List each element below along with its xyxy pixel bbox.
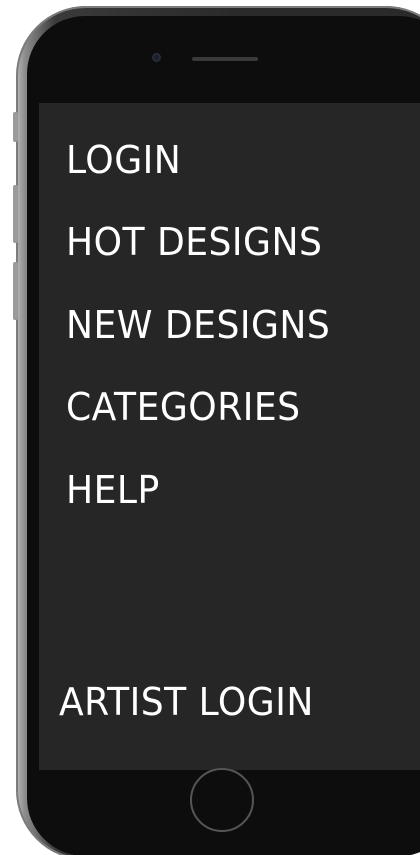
home-button[interactable] bbox=[190, 768, 254, 832]
menu-item-hot-designs[interactable]: HOT DESIGNS bbox=[66, 223, 322, 261]
front-camera-icon bbox=[152, 53, 161, 62]
menu-item-login[interactable]: LOGIN bbox=[66, 141, 181, 179]
menu-item-categories[interactable]: CATEGORIES bbox=[66, 388, 301, 426]
earpiece-speaker bbox=[192, 57, 258, 61]
stage: LOGIN HOT DESIGNS NEW DESIGNS CATEGORIES… bbox=[0, 0, 420, 855]
volume-down-button bbox=[13, 262, 18, 320]
artist-login-link[interactable]: ARTIST LOGIN bbox=[59, 683, 314, 721]
phone-screen: LOGIN HOT DESIGNS NEW DESIGNS CATEGORIES… bbox=[39, 103, 420, 770]
mute-switch bbox=[13, 112, 18, 142]
volume-up-button bbox=[13, 185, 18, 243]
menu-item-help[interactable]: HELP bbox=[66, 471, 160, 509]
menu-item-new-designs[interactable]: NEW DESIGNS bbox=[66, 306, 330, 344]
